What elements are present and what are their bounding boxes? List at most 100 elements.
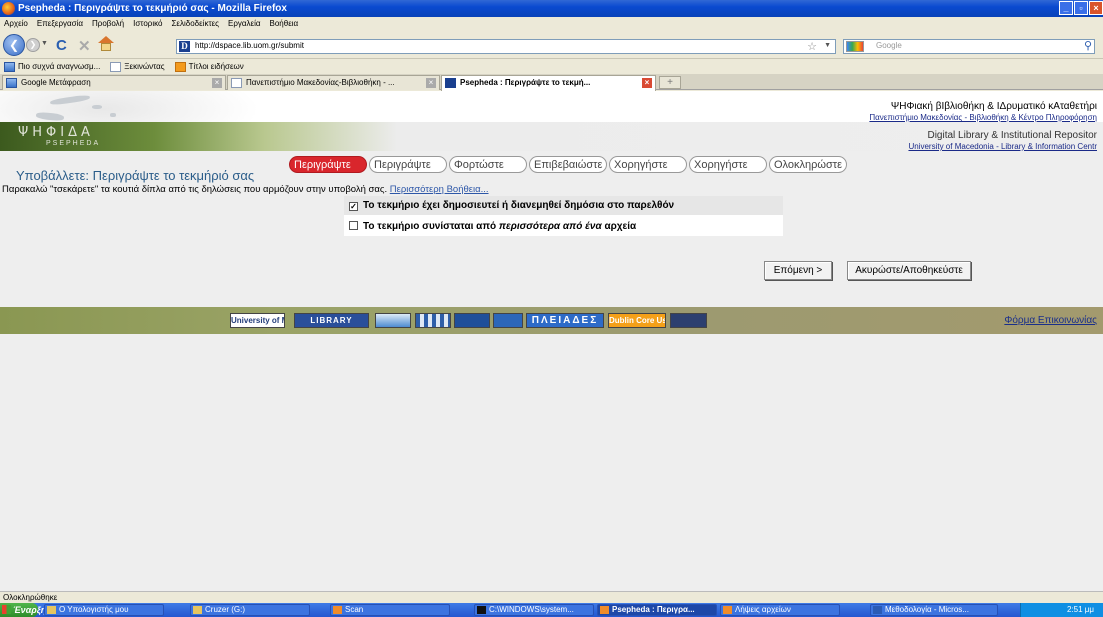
stop-button[interactable]: ✕ bbox=[78, 37, 91, 55]
reload-button[interactable]: C bbox=[56, 37, 67, 54]
step-describe-1[interactable]: Περιγράψτε bbox=[289, 156, 367, 173]
question-multiple-files[interactable]: Το τεκμήριο συνίσταται από περισσότερα α… bbox=[344, 217, 783, 236]
page-icon bbox=[231, 78, 242, 88]
multiple-files-checkbox[interactable] bbox=[349, 221, 358, 230]
tab-close-icon[interactable]: × bbox=[426, 78, 436, 88]
menu-help[interactable]: Βοήθεια bbox=[270, 17, 299, 31]
submission-progress: Περιγράψτε Περιγράψτε Φορτώστε Επιβεβαιώ… bbox=[289, 156, 847, 173]
task-scan[interactable]: Scan bbox=[330, 604, 450, 616]
word-icon bbox=[873, 606, 882, 614]
partner-logo[interactable] bbox=[454, 313, 490, 328]
published-checkbox[interactable]: ✓ bbox=[349, 202, 358, 211]
partner-logo[interactable] bbox=[375, 313, 411, 328]
question-label-suffix: αρχεία bbox=[604, 221, 637, 232]
site-header: ΨΗΦιακή βΙβλιοθήκη & ΙΔρυματικό κΑταθετή… bbox=[0, 91, 1103, 151]
bookmark-headlines[interactable]: Τίτλοι ειδήσεων bbox=[174, 61, 244, 72]
psepheda-logo[interactable]: ΨΗΦΙΔΑ bbox=[18, 125, 94, 140]
url-dropdown-icon[interactable]: ▼ bbox=[824, 42, 831, 49]
windows-taskbar: Έναρξη Ο Υπολογιστής μου Cruzer (G:) Sca… bbox=[0, 603, 1103, 617]
contact-form-link[interactable]: Φόρμα Επικοινωνίας bbox=[1004, 315, 1097, 326]
tab-close-icon[interactable]: × bbox=[212, 78, 222, 88]
psepheda-logo-subtitle: PSEPHEDA bbox=[46, 140, 101, 147]
menu-bar: Αρχείο Επεξεργασία Προβολή Ιστορικό Σελι… bbox=[0, 17, 1103, 31]
menu-view[interactable]: Προβολή bbox=[92, 17, 124, 31]
university-logo[interactable]: University of Macedonia bbox=[230, 313, 285, 328]
windows-logo-icon bbox=[2, 605, 11, 614]
question-published-before[interactable]: ✓ Το τεκμήριο έχει δημοσιευτεί ή διανεμηθ… bbox=[344, 196, 783, 215]
home-button[interactable] bbox=[98, 36, 114, 52]
search-bar[interactable]: Google ⚲ bbox=[843, 39, 1095, 54]
firefox-icon bbox=[2, 2, 15, 15]
google-engine-icon[interactable] bbox=[846, 41, 864, 52]
bookmark-getting-started[interactable]: Ξεκινώντας bbox=[110, 61, 165, 72]
tab-psepheda[interactable]: Psepheda : Περιγράψτε το τεκμή... × bbox=[441, 75, 656, 91]
start-button[interactable]: Έναρξη bbox=[0, 603, 46, 617]
step-describe-2[interactable]: Περιγράψτε bbox=[369, 156, 447, 173]
tab-close-icon[interactable]: × bbox=[642, 78, 652, 88]
menu-file[interactable]: Αρχείο bbox=[4, 17, 28, 31]
site-title: ΨΗΦιακή βΙβλιοθήκη & ΙΔρυματικό κΑταθετή… bbox=[890, 101, 1097, 112]
task-my-computer[interactable]: Ο Υπολογιστής μου bbox=[44, 604, 164, 616]
computer-icon bbox=[47, 606, 56, 614]
clock[interactable]: 2:51 μμ bbox=[1067, 605, 1094, 614]
google-translate-icon bbox=[6, 78, 17, 88]
navigation-toolbar: ❮ ❯ ▼ C ✕ D http://dspace.lib.uom.gr/sub… bbox=[0, 31, 1103, 59]
menu-bookmarks[interactable]: Σελιδοδείκτες bbox=[171, 17, 219, 31]
bookmark-star-icon[interactable]: ☆ bbox=[807, 40, 817, 53]
firefox-icon bbox=[333, 606, 342, 614]
url-bar[interactable]: D http://dspace.lib.uom.gr/submit ☆ ▼ bbox=[176, 39, 836, 54]
back-button[interactable]: ❮ bbox=[3, 34, 25, 56]
close-button[interactable]: × bbox=[1089, 1, 1103, 15]
cancel-save-button[interactable]: Ακυρώστε/Αποθηκεύστε bbox=[847, 261, 971, 280]
task-cruzer[interactable]: Cruzer (G:) bbox=[190, 604, 310, 616]
university-link[interactable]: University of Macedonia - Library & Info… bbox=[908, 142, 1097, 151]
step-complete[interactable]: Ολοκληρώστε bbox=[769, 156, 847, 173]
more-help-link[interactable]: Περισσότερη Βοήθεια... bbox=[390, 184, 489, 195]
search-icon[interactable]: ⚲ bbox=[1084, 39, 1092, 52]
partner-logo[interactable] bbox=[670, 313, 707, 328]
search-placeholder[interactable]: Google bbox=[876, 41, 902, 50]
menu-tools[interactable]: Εργαλεία bbox=[228, 17, 260, 31]
task-command-prompt[interactable]: C:\WINDOWS\system... bbox=[474, 604, 594, 616]
menu-edit[interactable]: Επεξεργασία bbox=[37, 17, 83, 31]
menu-history[interactable]: Ιστορικό bbox=[133, 17, 162, 31]
step-license-2[interactable]: Χορηγήστε bbox=[689, 156, 767, 173]
tab-strip: Google Μετάφραση × Πανεπιστήμιο Μακεδονί… bbox=[0, 74, 1103, 91]
forward-button[interactable]: ❯ bbox=[26, 38, 40, 52]
step-upload[interactable]: Φορτώστε bbox=[449, 156, 527, 173]
page-title: Υποβάλλετε: Περιγράψτε το τεκμήριό σας bbox=[16, 168, 255, 183]
question-label: Το τεκμήριο έχει δημοσιευτεί ή διανεμηθε… bbox=[363, 200, 675, 211]
task-word-document[interactable]: Μεθοδολογία - Micros... bbox=[870, 604, 998, 616]
status-text: Ολοκληρώθηκε bbox=[3, 593, 58, 602]
url-text[interactable]: http://dspace.lib.uom.gr/submit bbox=[195, 41, 304, 50]
minimize-button[interactable]: _ bbox=[1059, 1, 1073, 15]
partner-logo[interactable] bbox=[493, 313, 523, 328]
site-subtitle-link[interactable]: Πανεπιστήμιο Μακεδονίας - Βιβλιοθήκη & Κ… bbox=[869, 113, 1097, 122]
task-psepheda[interactable]: Psepheda : Περιγρα... bbox=[597, 604, 717, 616]
questions-box: ✓ Το τεκμήριο έχει δημοσιευτεί ή διανεμηθ… bbox=[344, 196, 783, 236]
window-title: Psepheda : Περιγράψτε το τεκμήριό σας - … bbox=[18, 3, 287, 14]
library-logo[interactable]: LIBRARY bbox=[294, 313, 369, 328]
bookmark-most-visited[interactable]: Πιο συχνά αναγνωσμ... bbox=[4, 61, 100, 72]
dublin-core-logo[interactable]: Dublin Core Used Here bbox=[608, 313, 666, 328]
window-title-bar: Psepheda : Περιγράψτε το τεκμήριό σας - … bbox=[0, 0, 1103, 17]
firefox-icon bbox=[600, 606, 609, 614]
page-content: ΨΗΦιακή βΙβλιοθήκη & ΙΔρυματικό κΑταθετή… bbox=[0, 91, 1103, 591]
task-downloads[interactable]: Λήψεις αρχείων bbox=[720, 604, 840, 616]
new-tab-button[interactable]: + bbox=[659, 76, 681, 89]
firefox-icon bbox=[723, 606, 732, 614]
step-license-1[interactable]: Χορηγήστε bbox=[609, 156, 687, 173]
pleiades-logo[interactable]: ΠΛΕΙΑΔΕΣ bbox=[526, 313, 604, 328]
site-favicon-icon: D bbox=[179, 41, 190, 52]
window-controls: _ ▫ × bbox=[1059, 1, 1103, 15]
bookmarks-toolbar: Πιο συχνά αναγνωσμ... Ξεκινώντας Τίτλοι … bbox=[0, 59, 1103, 74]
tab-google-translate[interactable]: Google Μετάφραση × bbox=[2, 75, 226, 90]
step-verify[interactable]: Επιβεβαιώστε bbox=[529, 156, 607, 173]
history-dropdown-icon[interactable]: ▼ bbox=[41, 40, 48, 47]
tab-university-library[interactable]: Πανεπιστήμιο Μακεδονίας-Βιβλιοθήκη - ...… bbox=[227, 75, 440, 90]
partner-logo[interactable] bbox=[415, 313, 451, 328]
maximize-button[interactable]: ▫ bbox=[1074, 1, 1088, 15]
folder-icon bbox=[193, 606, 202, 614]
next-button[interactable]: Επόμενη > bbox=[764, 261, 832, 280]
question-label-emphasis: περισσότερα από ένα bbox=[498, 221, 602, 232]
